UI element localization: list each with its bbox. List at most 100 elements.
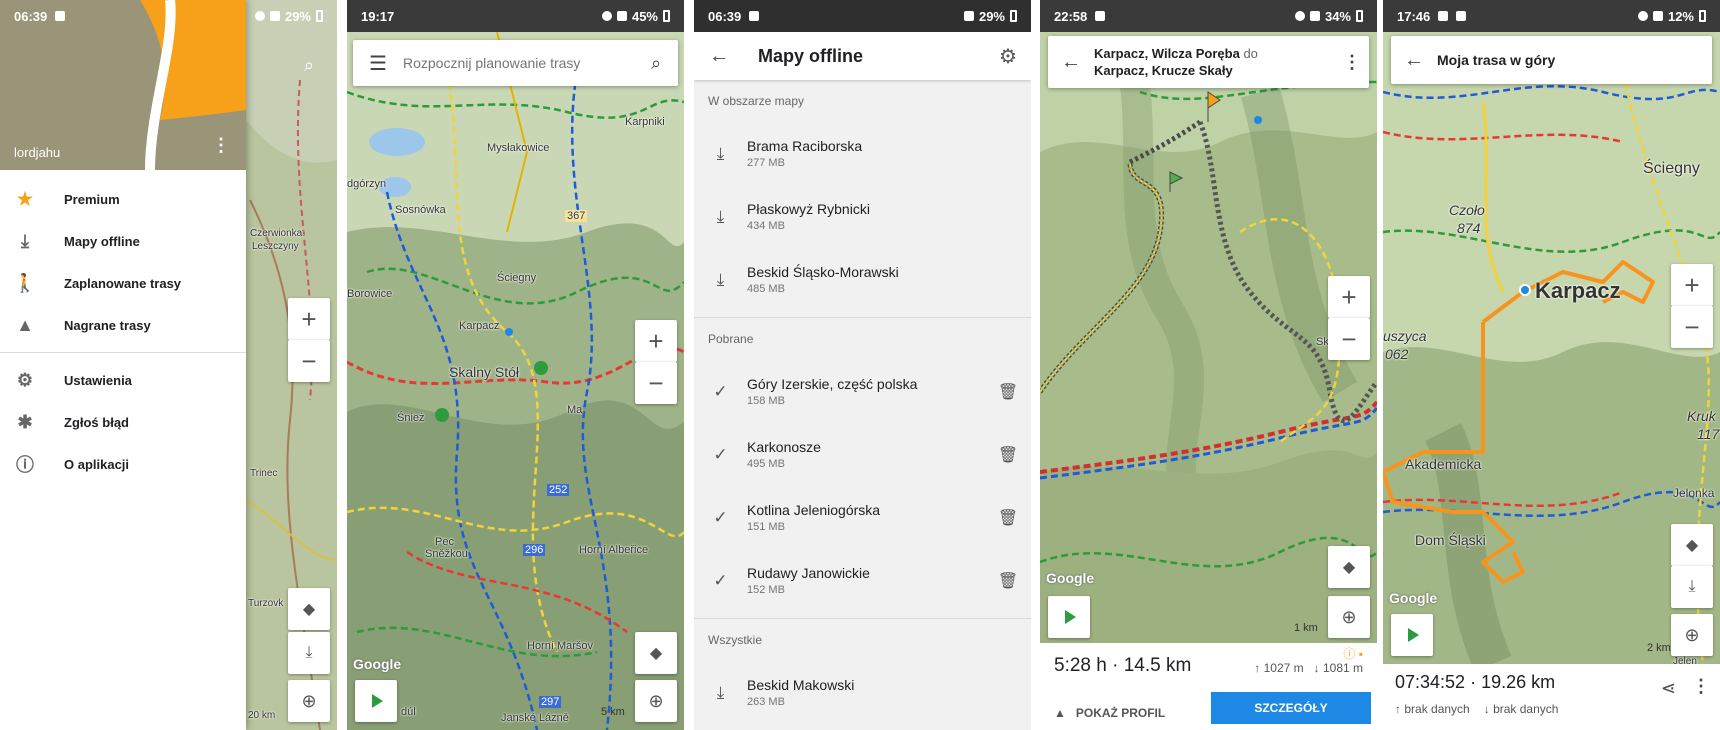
download-map-button[interactable]: ⤓ [1671,566,1713,608]
locate-me-button[interactable]: ⊕ [1328,596,1370,638]
trash-icon[interactable]: 🗑 [985,445,1031,465]
warning-icon[interactable]: ⓘ ▪ [1343,645,1363,662]
zoom-in-button[interactable]: + [288,298,330,340]
search-icon[interactable]: ⌕ [288,44,330,86]
play-button[interactable] [355,680,397,722]
list-item[interactable]: ⤓ Beskid Makowski 263 MB [694,661,1031,724]
map-name: Rudawy Janowickie [747,565,870,581]
search-icon[interactable]: ⌕ [634,53,678,74]
list-item[interactable]: ✓ Kotlina Jeleniogórska 151 MB 🗑 [694,486,1031,549]
zoom-in-button[interactable]: + [1671,264,1713,306]
layers-button[interactable]: ◆ [635,632,677,674]
location-icon [1294,11,1305,21]
menu-item-planned-routes[interactable]: 🚶 Zaplanowane trasy [0,262,246,304]
locate-me-button[interactable]: ⊕ [635,680,677,722]
list-item[interactable]: ✓ Góry Izerskie, część polska 158 MB 🗑 [694,360,1031,423]
hamburger-menu-icon[interactable]: ☰ [353,51,403,76]
list-item[interactable]: ⤓ Płaskowyż Rybnicki 434 MB [694,185,1031,248]
phone-my-route: 17:46 12% ← Moja trasa w góry Ściegny Cz… [1383,0,1720,730]
gear-icon[interactable]: ⚙ [985,44,1031,69]
phone-route-planning: 19:17 45% ☰ ⌕ Karpniki Mysła [347,0,684,730]
google-logo: Google [353,656,402,672]
map-label: Sněžkou [425,548,468,560]
menu-item-report-bug[interactable]: ✱ Zgłoś błąd [0,401,246,443]
check-icon: ✓ [713,381,728,401]
download-icon[interactable]: ⤓ [694,683,747,703]
list-item[interactable]: ✓ Rudawy Janowickie 152 MB 🗑 [694,549,1031,612]
download-map-button[interactable]: ⤓ [288,632,330,674]
back-arrow-icon[interactable]: ← [1048,51,1094,74]
zoom-out-button[interactable]: − [288,340,330,382]
map-scale: 2 km [1647,642,1671,654]
map-label: Akademicka [1405,456,1482,472]
download-icon[interactable]: ⤓ [694,144,747,164]
map-label: dúl [401,706,416,718]
menu-item-about[interactable]: ⓘ O aplikacji [0,443,246,485]
zoom-out-button[interactable]: − [1671,306,1713,348]
route-search-input[interactable] [403,55,634,71]
more-options-icon[interactable]: ⋮ [1335,52,1369,73]
map-scale: 1 km [1294,622,1318,634]
download-icon[interactable]: ⤓ [694,270,747,290]
locate-me-button[interactable]: ⊕ [288,680,330,722]
show-profile-button[interactable]: ▲ POKAŻ PROFIL [1054,706,1165,720]
map-label: Janské Lázně [501,712,569,724]
status-bar: 06:39 29% [694,0,1031,32]
account-menu-icon[interactable]: ⋮ [212,135,230,156]
phone-route-details: 22:58 34% ← Karpacz, Wilcza Poręba do Ka… [1040,0,1377,730]
route-summary: 5:28 h · 14.5 km [1054,655,1192,676]
app-bar: ← Mapy offline ⚙ [694,32,1031,80]
map-label: Czerwionka- [250,228,306,239]
battery-percent: 12% [1667,8,1694,24]
play-button[interactable] [1048,596,1090,638]
image-notification-icon [1456,11,1467,21]
trash-icon[interactable]: 🗑 [985,382,1031,402]
layers-button[interactable]: ◆ [1671,524,1713,566]
menu-item-label: Zgłoś błąd [64,414,129,430]
status-time: 06:39 [708,8,742,24]
location-icon [254,11,265,21]
list-item[interactable]: ⤓ Brama Raciborska 277 MB [694,122,1031,185]
zoom-out-button[interactable]: − [1328,318,1370,360]
zoom-in-button[interactable]: + [1328,276,1370,318]
zoom-in-button[interactable]: + [635,320,677,362]
details-button[interactable]: SZCZEGÓŁY [1211,692,1371,724]
map-name: Góry Izerskie, część polska [747,376,918,392]
trash-icon[interactable]: 🗑 [985,571,1031,591]
notification-icon [1438,11,1449,21]
menu-item-recorded-routes[interactable]: ▲ Nagrane trasy [0,304,246,346]
share-icon[interactable]: ⋖ [1661,678,1676,699]
battery-percent: 34% [1324,8,1351,24]
trash-icon[interactable]: 🗑 [985,508,1031,528]
recorded-route-map[interactable] [1383,32,1720,664]
download-icon[interactable]: ⤓ [694,207,747,227]
list-item[interactable]: ⤓ Beskid Śląsko-Morawski 485 MB [694,248,1031,311]
zoom-out-button[interactable]: − [635,362,677,404]
route-summary-sheet: ⓘ ▪ 5:28 h · 14.5 km ↑ 1027 m ↓ 1081 m ▲… [1040,643,1377,730]
play-button[interactable] [1391,614,1433,656]
map-label: Karpniki [625,116,665,128]
map-name: Brama Raciborska [747,138,863,154]
trail-map[interactable] [347,32,684,730]
more-options-icon[interactable]: ⋮ [1692,676,1710,697]
image-notification-icon [749,11,760,21]
status-bar: 06:39 29% [0,0,337,32]
battery-icon [1699,10,1706,22]
back-arrow-icon[interactable]: ← [1391,49,1437,72]
map-label: Leszczyny [252,241,299,252]
menu-item-premium[interactable]: ★ Premium [0,178,246,220]
layers-button[interactable]: ◆ [1328,546,1370,588]
menu-item-settings[interactable]: ⚙ Ustawienia [0,359,246,401]
navigation-arrow-icon: ▲ [16,314,34,335]
map-size: 152 MB [747,584,785,596]
menu-item-offline-maps[interactable]: ⤓ Mapy offline [0,220,246,262]
locate-me-button[interactable]: ⊕ [1671,614,1713,656]
route-to: Karpacz, Krucze Skały [1094,63,1233,78]
list-item[interactable]: ✓ Karkonosze 495 MB 🗑 [694,423,1031,486]
layers-button[interactable]: ◆ [288,588,330,630]
route-summary: 07:34:52 · 19.26 km [1395,672,1556,692]
back-arrow-icon[interactable]: ← [694,45,744,68]
status-time: 22:58 [1054,8,1088,24]
map-size: 434 MB [747,220,785,232]
map-scale: 5 km [601,706,625,718]
